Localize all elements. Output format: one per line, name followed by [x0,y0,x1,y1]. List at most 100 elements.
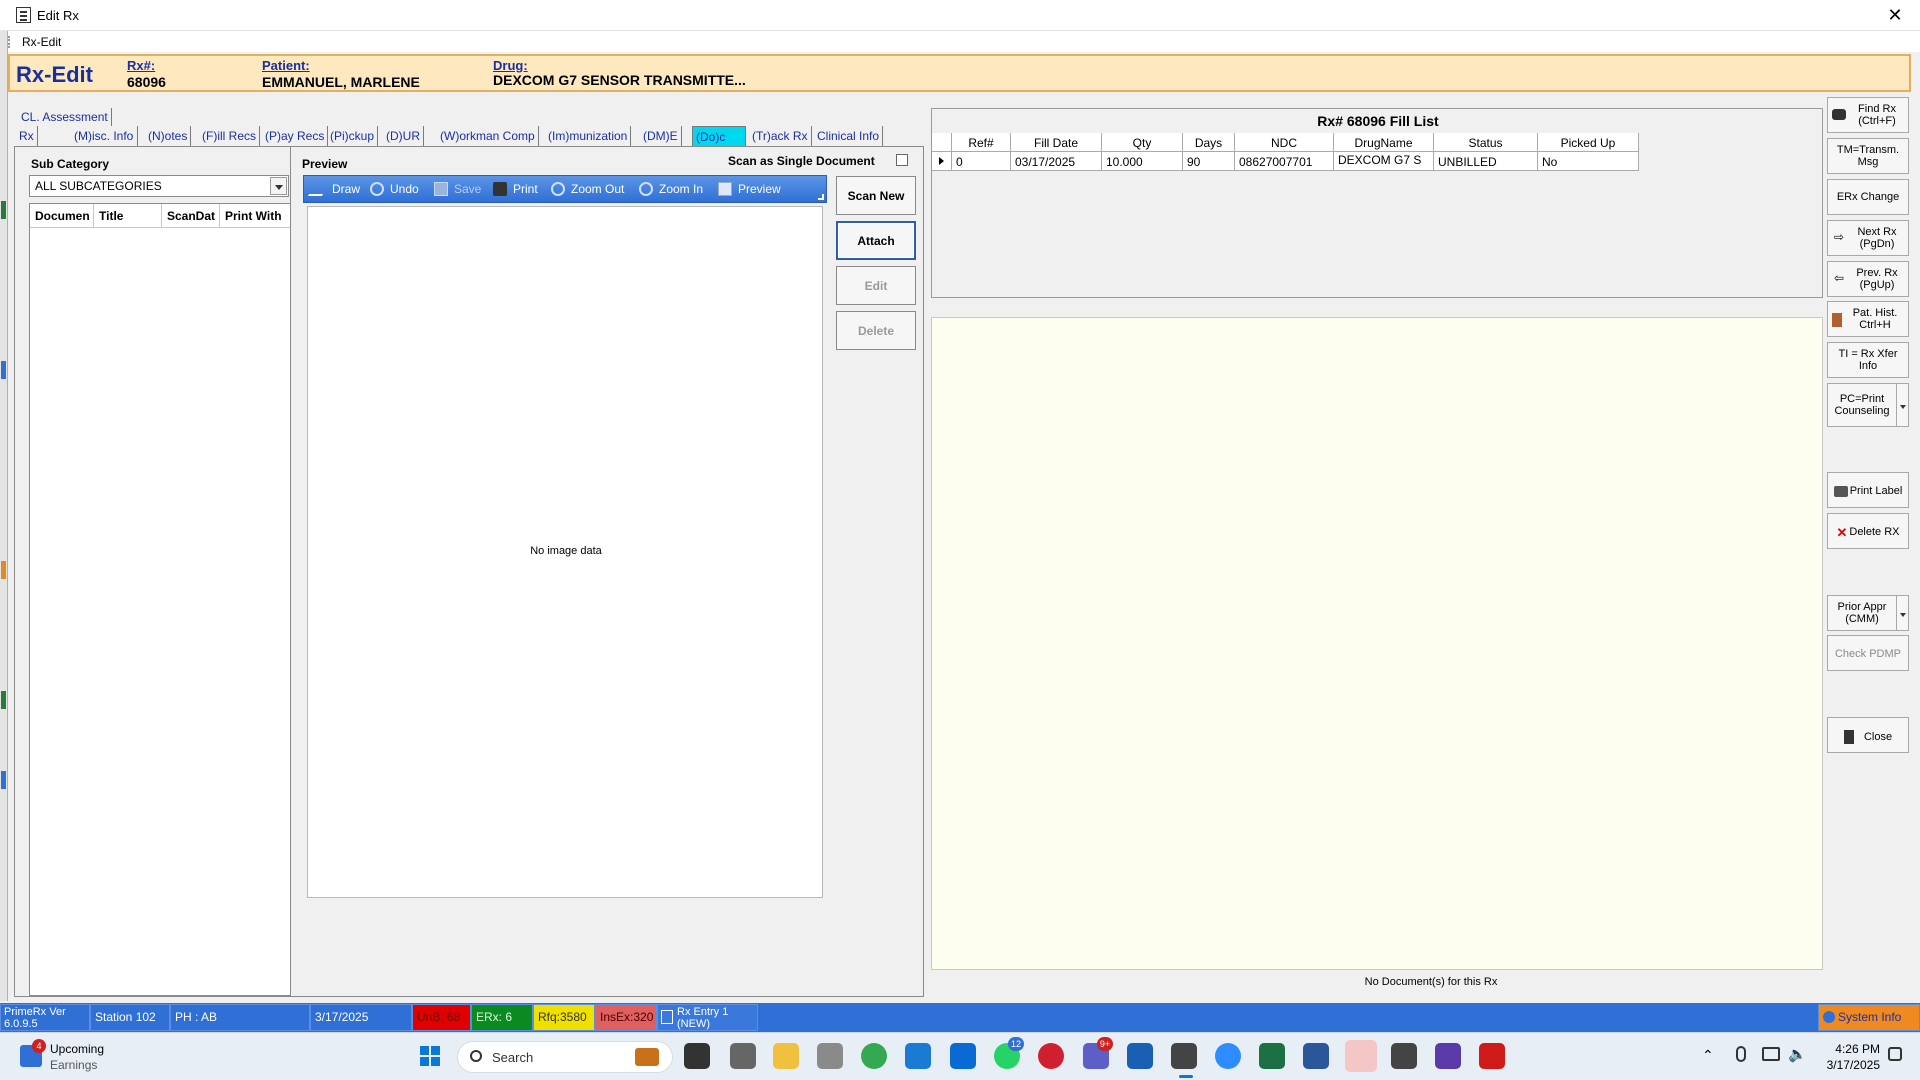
prev-rx-button[interactable]: ⇦ Prev. Rx (PgUp) [1827,261,1909,297]
remote-app-icon[interactable] [905,1043,931,1069]
check-pdmp-button[interactable]: Check PDMP [1827,635,1909,671]
scan-new-button[interactable]: Scan New [836,176,916,215]
rx-transfer-info-button[interactable]: TI = Rx Xfer Info [1827,342,1909,378]
tab-dur[interactable]: (D)UR [383,126,424,147]
zoom-in-tool[interactable]: Zoom In [639,182,703,196]
draw-tool[interactable]: Draw [307,182,360,196]
tab-fill-recs[interactable]: (F)ill Recs [199,126,260,147]
tm-transmit-msg-button[interactable]: TM=Transm. Msg [1827,138,1909,174]
status-erx[interactable]: ERx: 6 [471,1004,533,1031]
dropdown-arrow-icon[interactable] [1896,384,1908,426]
tab-misc-info[interactable]: (M)isc. Info [71,126,138,147]
next-rx-button[interactable]: ⇨ Next Rx (PgDn) [1827,220,1909,256]
menu-item-rx-edit[interactable]: Rx-Edit [22,35,61,49]
edit-button[interactable]: Edit [836,266,916,305]
find-rx-button[interactable]: Find Rx (Ctrl+F) [1827,97,1909,133]
microphone-icon[interactable] [1736,1046,1746,1062]
chevron-up-icon[interactable]: ⌃ [1702,1047,1714,1064]
monitor-icon[interactable] [1762,1047,1780,1061]
cell-days[interactable]: 90 [1183,152,1235,171]
grid-header-scandate[interactable]: ScanDat [162,204,220,228]
tab-cl-assessment[interactable]: CL. Assessment [18,108,112,126]
delete-button[interactable]: Delete [836,311,916,350]
tab-notes[interactable]: (N)otes [145,126,192,147]
volume-icon[interactable]: 🔈 [1788,1045,1807,1063]
grid-header-document[interactable]: Documen [30,204,94,228]
excel-icon[interactable] [1259,1043,1285,1069]
print-counseling-button[interactable]: PC=Print Counseling [1827,383,1909,427]
prior-approval-button[interactable]: Prior Appr (CMM) [1827,595,1909,631]
active-app-icon[interactable] [1345,1040,1377,1072]
news-widget-icon[interactable]: 4 [20,1039,46,1067]
chevron-down-icon[interactable] [270,177,287,195]
col-fill-date[interactable]: Fill Date [1011,133,1102,152]
grid-header-print-with[interactable]: Print With [220,204,290,228]
grid-header-title[interactable]: Title [94,204,162,228]
rx-app-icon[interactable] [1391,1043,1417,1069]
tab-immunization[interactable]: (Im)munization [545,126,632,147]
status-ins-exception[interactable]: InsEx:320 [595,1004,657,1031]
cell-qty[interactable]: 10.000 [1102,152,1183,171]
trello-icon[interactable] [950,1043,976,1069]
tab-doc[interactable]: (Do)c [692,126,746,147]
clock-date[interactable]: 3/17/2025 [1816,1058,1880,1072]
widget-title[interactable]: Upcoming [50,1042,104,1056]
calculator-icon[interactable] [817,1043,843,1069]
status-rx-entry[interactable]: Rx Entry 1 (NEW) [657,1004,758,1031]
scan-single-checkbox[interactable] [896,154,908,166]
task-view-icon[interactable] [684,1043,710,1069]
sub-category-select[interactable]: ALL SUBCATEGORIES [29,175,289,197]
erx-change-button[interactable]: ERx Change [1827,179,1909,215]
cell-ndc[interactable]: 08627007701 [1235,152,1334,171]
row-selector-icon[interactable] [932,152,952,171]
cell-ref[interactable]: 0 [952,152,1011,171]
file-explorer-icon[interactable] [773,1043,799,1069]
delete-rx-button[interactable]: ✕ Delete RX [1827,513,1909,549]
col-days[interactable]: Days [1183,133,1235,152]
zoom-out-tool[interactable]: Zoom Out [551,182,624,196]
teams-icon[interactable]: 9+ [1083,1037,1113,1069]
clock-time[interactable]: 4:26 PM [1820,1042,1880,1056]
dropdown-arrow-icon[interactable] [1896,596,1908,630]
notification-icon[interactable] [1888,1047,1902,1061]
cell-drugname[interactable]: DEXCOM G7 S [1334,152,1434,171]
zoom-icon[interactable] [1215,1043,1241,1069]
col-drugname[interactable]: DrugName [1334,133,1434,152]
col-ndc[interactable]: NDC [1235,133,1334,152]
close-button[interactable]: Close [1827,717,1909,753]
chrome-icon[interactable] [861,1043,887,1069]
preview-tool[interactable]: Preview [718,182,781,196]
print-label-button[interactable]: Print Label [1827,472,1909,508]
patient-history-button[interactable]: Pat. Hist. Ctrl+H [1827,301,1909,337]
cell-status[interactable]: UNBILLED [1434,152,1538,171]
tab-pickup[interactable]: (Pi)ckup [327,126,379,147]
close-window-button[interactable]: ✕ [1884,4,1906,26]
tab-rx[interactable]: Rx [16,126,38,147]
tab-clinical-info[interactable]: Clinical Info [814,126,884,147]
tab-track-rx[interactable]: (Tr)ack Rx [749,126,812,147]
save-tool[interactable]: Save [434,182,481,196]
cell-fill-date[interactable]: 03/17/2025 [1011,152,1102,171]
status-unbilled[interactable]: UnB: 68 [412,1004,471,1031]
system-info-button[interactable]: System Info [1818,1004,1920,1031]
col-qty[interactable]: Qty [1102,133,1183,152]
col-status[interactable]: Status [1434,133,1538,152]
primerx-icon[interactable] [1171,1043,1197,1069]
undo-tool[interactable]: Undo [370,182,419,196]
windows-start-icon[interactable] [420,1046,440,1066]
search-app-icon[interactable] [1435,1043,1461,1069]
col-picked-up[interactable]: Picked Up [1538,133,1639,152]
tab-dme[interactable]: (DM)E [640,126,682,147]
print-tool[interactable]: Print [493,182,538,196]
attach-button[interactable]: Attach [836,221,916,260]
preview-canvas[interactable]: No image data [307,206,823,898]
whatsapp-icon[interactable]: 12 [994,1037,1024,1069]
taskbar-search[interactable]: Search [457,1041,673,1073]
app-icon[interactable] [730,1043,756,1069]
status-refill-queue[interactable]: Rfq:3580 [533,1004,595,1031]
document-grid[interactable]: Documen Title ScanDat Print With [29,203,291,996]
cell-picked-up[interactable]: No [1538,152,1639,171]
col-ref[interactable]: Ref# [952,133,1011,152]
word-icon[interactable] [1303,1043,1329,1069]
security-app-icon[interactable] [1038,1043,1064,1069]
